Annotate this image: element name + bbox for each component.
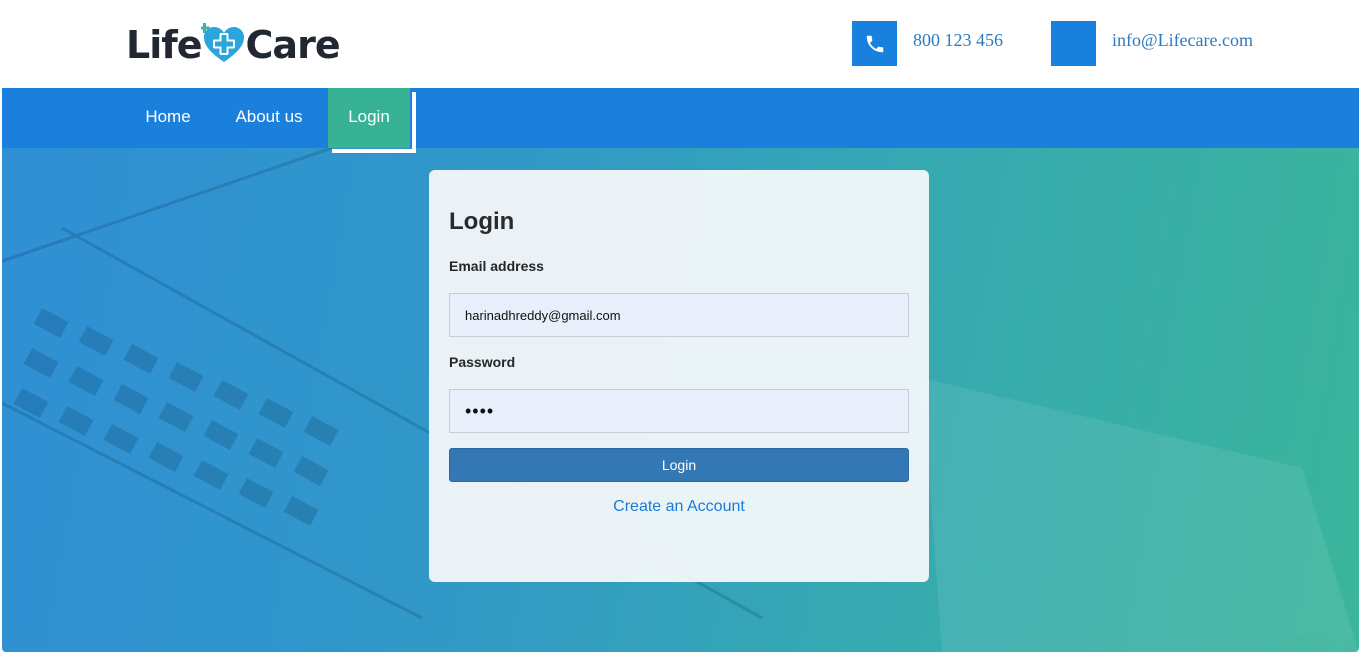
create-account-link[interactable]: Create an Account <box>429 498 929 516</box>
nav-item-login[interactable]: Login <box>328 88 410 148</box>
nav-item-home[interactable]: Home <box>128 88 208 148</box>
heart-plus-icon <box>200 23 244 62</box>
login-card: Login Email address Password Login Creat… <box>429 170 929 582</box>
email-label: Email address <box>449 258 544 274</box>
login-title: Login <box>449 208 515 235</box>
password-field[interactable] <box>449 389 909 433</box>
password-label: Password <box>449 354 516 370</box>
brand-logo-text-care: Care <box>245 23 341 67</box>
site-header: Life Care 800 123 456 info@Lifecare.com <box>2 0 1359 88</box>
login-button[interactable]: Login <box>449 448 909 482</box>
mail-icon <box>1051 21 1096 66</box>
contact-phone-text[interactable]: 800 123 456 <box>913 21 1003 59</box>
brand-logo[interactable]: Life Care <box>126 22 341 68</box>
contact-phone: 800 123 456 <box>852 21 1003 66</box>
email-field[interactable] <box>449 293 909 337</box>
contact-email-text[interactable]: info@Lifecare.com <box>1112 21 1253 59</box>
nav-item-about-us[interactable]: About us <box>224 88 314 148</box>
main-nav: Home About us Login <box>2 88 1359 148</box>
phone-icon <box>866 35 883 52</box>
phone-icon-box <box>852 21 897 66</box>
contact-email: info@Lifecare.com <box>1051 21 1253 66</box>
brand-logo-text-life: Life <box>126 23 203 67</box>
